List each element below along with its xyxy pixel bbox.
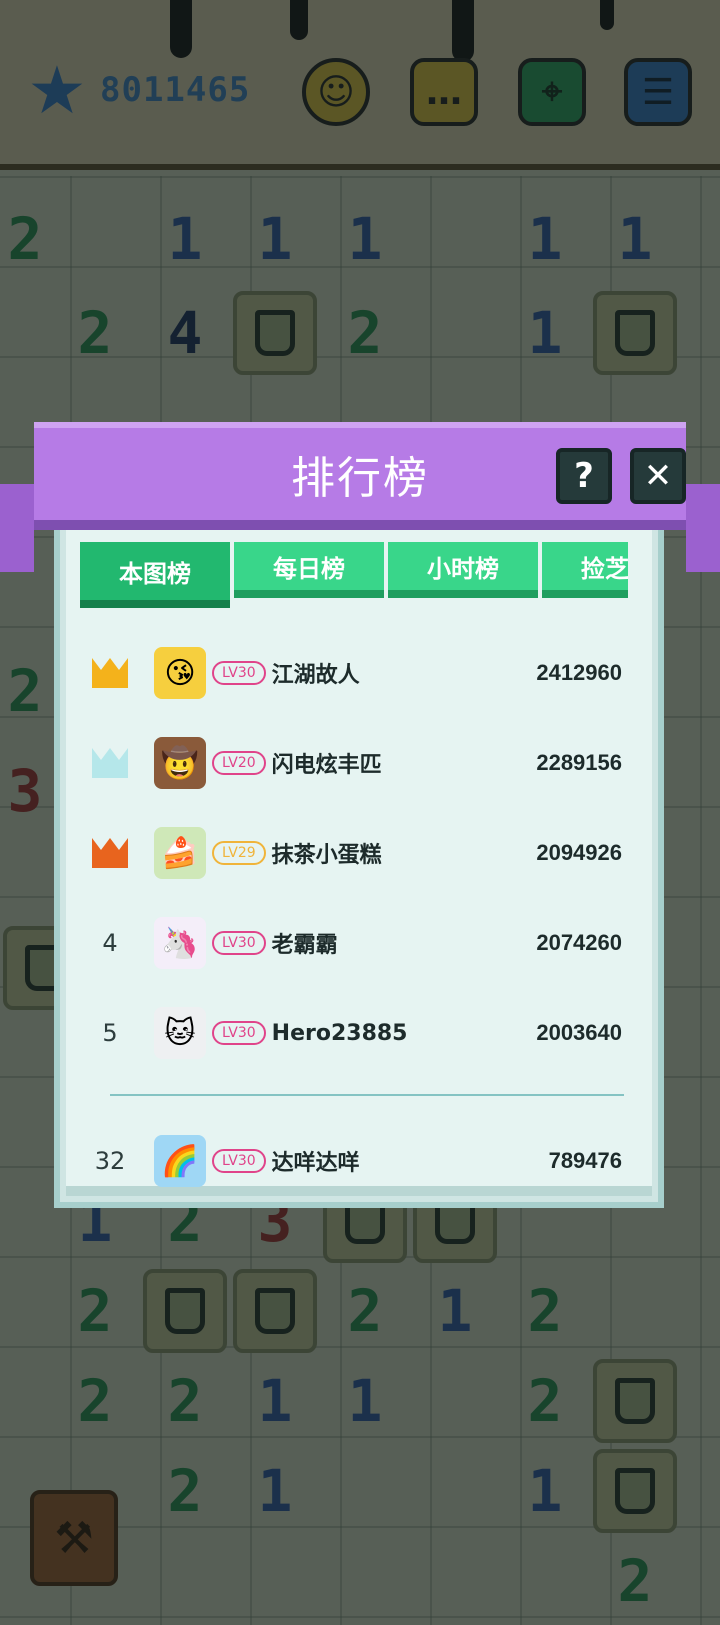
cat-avatar: 🐱 [154,1007,206,1059]
player-score: 2074260 [536,930,622,955]
close-button[interactable]: ✕ [630,448,686,504]
ranking-row[interactable]: 🍰 LV29 抹茶小蛋糕 2094926 [84,808,634,898]
player-name: Hero23885 [271,1020,408,1046]
tab-hourly-ranking[interactable]: 小时榜 [388,542,538,598]
rank-number: 32 [94,1147,126,1175]
level-badge: LV30 [212,1149,266,1173]
kiss-emoji-avatar: 😘 [154,647,206,699]
rank-number: 4 [102,929,118,957]
player-score: 2003640 [536,1020,622,1045]
player-name: 江湖故人 [271,663,360,688]
silver-crown-icon [92,748,128,778]
level-badge: LV30 [212,1021,266,1045]
close-icon: ✕ [643,456,673,496]
help-button[interactable]: ? [556,448,612,504]
tab-map-ranking[interactable]: 本图榜 [80,542,230,608]
ranking-row[interactable]: 5 🐱 LV30 Hero23885 2003640 [84,988,634,1078]
level-badge: LV30 [212,661,266,685]
player-score: 789476 [548,1148,622,1173]
question-icon: ? [574,456,594,496]
player-score: 2289156 [536,750,622,775]
list-divider [110,1094,624,1096]
tab-daily-ranking[interactable]: 每日榜 [234,542,384,598]
leaderboard-dialog: 排行榜 ? ✕ 本图榜 每日榜 小时榜 捡芝麻 😘 LV30 江湖故人 2412… [0,392,720,1212]
rank-cell [84,658,136,688]
bronze-crown-icon [92,838,128,868]
pony-avatar: 🦄 [154,917,206,969]
gold-crown-icon [92,658,128,688]
rank-cell [84,748,136,778]
leaderboard-tabs: 本图榜 每日榜 小时榜 捡芝麻 [80,542,628,612]
tab-sesame-ranking[interactable]: 捡芝麻 [542,542,628,598]
player-name: 抹茶小蛋糕 [271,843,382,868]
my-ranking-row[interactable]: 32 🌈 LV30 达咩达咩 789476 [84,1116,634,1206]
ranking-list: 😘 LV30 江湖故人 2412960 🤠 LV20 闪电炫丰匹 2289156… [84,628,634,1206]
level-badge: LV30 [212,931,266,955]
cake-avatar: 🍰 [154,827,206,879]
player-score: 2412960 [536,660,622,685]
title-ribbon: 排行榜 ? ✕ [0,422,720,572]
rank-number: 5 [102,1019,118,1047]
ribbon-tail-left [0,484,34,572]
rainbow-pony-avatar: 🌈 [154,1135,206,1187]
ranking-row[interactable]: 🤠 LV20 闪电炫丰匹 2289156 [84,718,634,808]
player-name: 达咩达咩 [271,1151,360,1176]
ranking-row[interactable]: 😘 LV30 江湖故人 2412960 [84,628,634,718]
player-name: 闪电炫丰匹 [271,753,382,778]
level-badge: LV20 [212,751,266,775]
ribbon-tail-right [686,484,720,572]
rank-cell [84,838,136,868]
player-name: 老霸霸 [271,933,338,958]
cowboy-avatar: 🤠 [154,737,206,789]
level-badge: LV29 [212,841,266,865]
player-score: 2094926 [536,840,622,865]
ranking-row[interactable]: 4 🦄 LV30 老霸霸 2074260 [84,898,634,988]
